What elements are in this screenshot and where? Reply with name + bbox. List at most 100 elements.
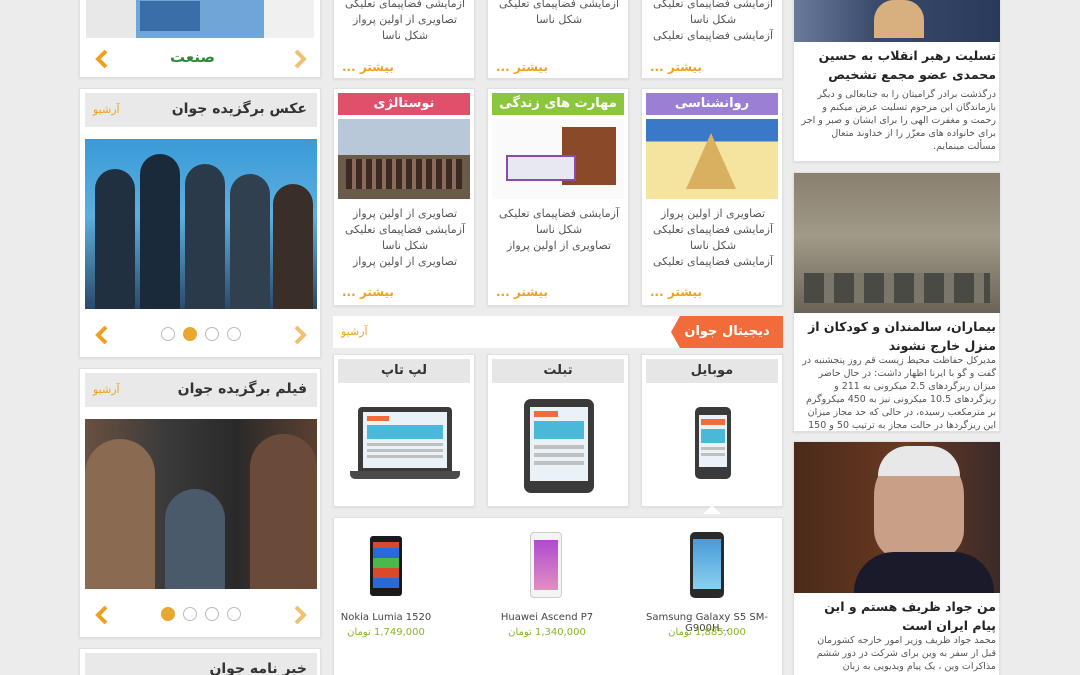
laptop-icon	[350, 407, 460, 483]
industry-prev-arrow-icon[interactable]	[290, 49, 310, 69]
newspaper-photo-detail	[140, 1, 200, 31]
product-price-huawei: 1,340,000 تومان	[508, 627, 586, 638]
film-dot-1[interactable]	[161, 607, 175, 621]
life-skills-thumbnail[interactable]	[492, 119, 624, 199]
digital-archive-link[interactable]: آرشیو	[341, 325, 368, 338]
news-2-body: مدیرکل حفاظت محیط زیست قم روز پنجشنبه در…	[802, 355, 996, 431]
newsletter-card: خبر نامه جوان	[79, 648, 321, 675]
category-card-psychology: روانشناسی تصاویری از اولین پرواز آزمایشی…	[641, 88, 783, 306]
product-image-huawei[interactable]	[530, 532, 562, 598]
film-archive-link[interactable]: آرشیو	[93, 383, 120, 396]
photo-dot-1[interactable]	[161, 327, 175, 341]
mid-top-card-3: آزمایشی فضاپیمای تعلیکی تصاویری از اولین…	[333, 0, 475, 79]
mid-top-1-text[interactable]: آزمایشی فضاپیمای تعلیکی شکل ناسا آزمایشی…	[642, 0, 784, 44]
news-2-title[interactable]: بیماران، سالمندان و کودکان از منزل خارج …	[800, 317, 996, 355]
news-1-body: درگذشت برادر گرامیتان را به جنابعالی و د…	[801, 89, 996, 152]
tab-tablet[interactable]: تبلت	[487, 354, 629, 507]
tab-laptop-label: لپ تاپ	[338, 359, 470, 383]
category-label-psychology[interactable]: روانشناسی	[646, 93, 778, 115]
digital-header-bar: دیجیتال جوان آرشیو	[333, 316, 783, 348]
tablet-icon	[524, 399, 594, 493]
industry-card: صنعت	[79, 0, 321, 78]
product-name-huawei[interactable]: Huawei Ascend P7	[482, 612, 612, 623]
category-card-life-skills: مهارت های زندگی آزمایشی فضاپیمای تعلیکی …	[487, 88, 629, 306]
nostalgia-text[interactable]: تصاویری از اولین پرواز آزمایشی فضاپیمای …	[334, 206, 476, 270]
product-name-nokia[interactable]: Nokia Lumia 1520	[334, 612, 438, 623]
photo-dot-4[interactable]	[227, 327, 241, 341]
news-1-image[interactable]	[794, 0, 1000, 42]
tab-tablet-label: تبلت	[492, 359, 624, 383]
mid-top-3-line-3: شکل ناسا	[381, 29, 429, 42]
mid-top-2-text[interactable]: آزمایشی فضاپیمای تعلیکی شکل ناسا	[488, 0, 630, 28]
nostalgia-line-4: تصاویری از اولین پرواز	[352, 255, 458, 268]
digital-title[interactable]: دیجیتال جوان	[671, 316, 783, 348]
featured-photo[interactable]	[85, 139, 317, 309]
nostalgia-line-3: شکل ناسا	[381, 239, 429, 252]
news-3-title[interactable]: من جواد ظریف هستم و این پیام ایران است	[800, 597, 996, 635]
photo-dot-3[interactable]	[205, 327, 219, 341]
psychology-line-2: آزمایشی فضاپیمای تعلیکی	[652, 223, 774, 236]
industry-label[interactable]: صنعت	[170, 48, 215, 66]
news-card-1: تسلیت رهبر انقلاب به حسین محمدی عضو مجمع…	[793, 0, 1000, 162]
mid-top-2-line-2: شکل ناسا	[535, 13, 583, 26]
mid-top-card-2: آزمایشی فضاپیمای تعلیکی شکل ناسا بیشتر .…	[487, 0, 629, 79]
photo-title: عکس برگزیده جوان	[171, 101, 307, 117]
featured-film[interactable]	[85, 419, 317, 589]
psychology-line-1: تصاویری از اولین پرواز	[660, 207, 766, 220]
nostalgia-line-1: تصاویری از اولین پرواز	[352, 207, 458, 220]
mid-top-2-more-link[interactable]: بیشتر ...	[496, 60, 548, 74]
mid-top-1-line-1: آزمایشی فضاپیمای تعلیکی	[652, 0, 774, 10]
newspaper-thumbnail[interactable]	[86, 0, 314, 38]
industry-next-arrow-icon[interactable]	[92, 49, 112, 69]
news-3-body: محمد جواد ظریف وزیر امور خارجه کشورمان ق…	[816, 635, 996, 672]
nostalgia-thumbnail[interactable]	[338, 119, 470, 199]
news-3-image[interactable]	[794, 442, 1000, 593]
photo-header: عکس برگزیده جوان آرشیو	[85, 93, 317, 127]
mid-top-1-more-link[interactable]: بیشتر ...	[650, 60, 702, 74]
film-card: فیلم برگزیده جوان آرشیو	[79, 368, 321, 638]
film-dot-2[interactable]	[183, 607, 197, 621]
life-skills-more-link[interactable]: بیشتر ...	[496, 285, 548, 299]
psychology-line-4: آزمایشی فضاپیمای تعلیکی	[652, 255, 774, 268]
nostalgia-more-link[interactable]: بیشتر ...	[342, 285, 394, 299]
product-price-nokia: 1,749,000 تومان	[347, 627, 425, 638]
psychology-thumbnail[interactable]	[646, 119, 778, 199]
film-dot-4[interactable]	[227, 607, 241, 621]
psychology-text[interactable]: تصاویری از اولین پرواز آزمایشی فضاپیمای …	[642, 206, 784, 270]
photo-next-arrow-icon[interactable]	[290, 325, 310, 345]
product-image-samsung[interactable]	[690, 532, 724, 598]
photo-prev-arrow-icon[interactable]	[92, 325, 112, 345]
psychology-more-link[interactable]: بیشتر ...	[650, 285, 702, 299]
mid-top-1-line-3: آزمایشی فضاپیمای تعلیکی	[652, 29, 774, 42]
news-2-image[interactable]	[794, 173, 1000, 313]
film-next-arrow-icon[interactable]	[290, 605, 310, 625]
news-card-3: من جواد ظریف هستم و این پیام ایران است م…	[793, 441, 1000, 675]
newsletter-title: خبر نامه جوان	[209, 661, 307, 675]
mid-top-2-line-1: آزمایشی فضاپیمای تعلیکی	[498, 0, 620, 10]
life-skills-line-1: آزمایشی فضاپیمای تعلیکی	[498, 207, 620, 220]
news-1-title[interactable]: تسلیت رهبر انقلاب به حسین محمدی عضو مجمع…	[800, 46, 996, 84]
category-label-nostalgia[interactable]: نوستالژی	[338, 93, 470, 115]
mid-top-card-1: آزمایشی فضاپیمای تعلیکی شکل ناسا آزمایشی…	[641, 0, 783, 79]
tab-laptop[interactable]: لپ تاپ	[333, 354, 475, 507]
newsletter-header: خبر نامه جوان	[85, 653, 317, 675]
mid-top-3-text[interactable]: آزمایشی فضاپیمای تعلیکی تصاویری از اولین…	[334, 0, 476, 44]
life-skills-text[interactable]: آزمایشی فضاپیمای تعلیکی شکل ناسا تصاویری…	[488, 206, 630, 254]
tab-mobile-active-pointer	[703, 505, 721, 514]
film-prev-arrow-icon[interactable]	[92, 605, 112, 625]
product-image-nokia[interactable]	[370, 536, 402, 596]
category-label-life-skills[interactable]: مهارت های زندگی	[492, 93, 624, 115]
film-dot-3[interactable]	[205, 607, 219, 621]
tab-mobile-label: موبایل	[646, 359, 778, 383]
psychology-line-3: شکل ناسا	[689, 239, 737, 252]
product-strip: Samsung Galaxy S5 SM-G900H... 1,885,000 …	[333, 517, 783, 675]
product-price-samsung: 1,885,000 تومان	[668, 627, 746, 638]
tab-mobile[interactable]: موبایل	[641, 354, 783, 507]
mid-top-1-line-2: شکل ناسا	[689, 13, 737, 26]
mid-top-3-line-2: تصاویری از اولین پرواز	[352, 13, 458, 26]
photo-dot-2[interactable]	[183, 327, 197, 341]
category-card-nostalgia: نوستالژی تصاویری از اولین پرواز آزمایشی …	[333, 88, 475, 306]
mid-top-3-more-link[interactable]: بیشتر ...	[342, 60, 394, 74]
photo-archive-link[interactable]: آرشیو	[93, 103, 120, 116]
nostalgia-line-2: آزمایشی فضاپیمای تعلیکی	[344, 223, 466, 236]
